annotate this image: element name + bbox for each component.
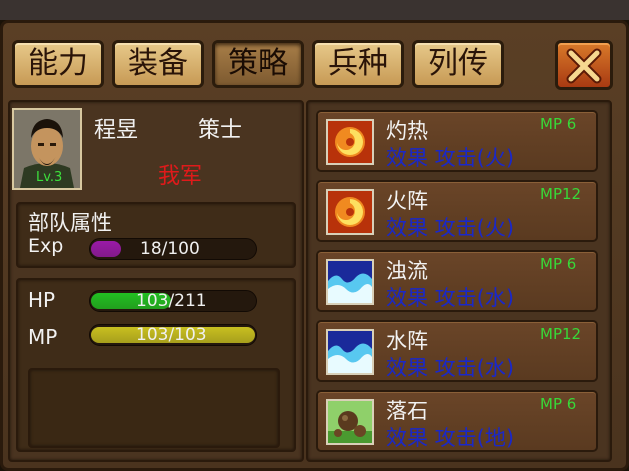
hp-bar: 103/211 — [89, 290, 257, 312]
falling-rock-icon — [326, 399, 374, 445]
exp-bar-fill — [91, 241, 121, 257]
empty-detail-box — [28, 368, 280, 448]
skill-row[interactable]: 水阵 效果 攻击(水) MP12 — [316, 320, 598, 382]
skill-row[interactable]: 火阵 效果 攻击(火) MP12 — [316, 180, 598, 242]
fire-swirl-icon — [326, 119, 374, 165]
skill-row[interactable]: 浊流 效果 攻击(水) MP 6 — [316, 250, 598, 312]
faction-label: 我军 — [158, 164, 203, 189]
hp-value: 103/211 — [136, 291, 207, 311]
tab-biography[interactable]: 列传 — [412, 40, 504, 88]
top-strip — [0, 0, 629, 20]
mp-value: 103/103 — [136, 325, 207, 345]
close-x-icon — [566, 48, 602, 84]
fire-swirl-icon — [326, 189, 374, 235]
exp-value: 18/100 — [140, 239, 200, 259]
water-wave-icon — [326, 259, 374, 305]
mp-label: MP — [28, 325, 58, 349]
skill-name: 灼热 — [386, 119, 428, 143]
tab-troop-type[interactable]: 兵种 — [312, 40, 404, 88]
unit-name: 程昱 — [94, 118, 139, 143]
exp-bar: 18/100 — [89, 238, 257, 260]
mp-bar: 103/103 — [89, 324, 257, 346]
skill-name: 落石 — [386, 399, 428, 423]
skill-mp-cost: MP 6 — [540, 115, 577, 133]
level-label: Lv.3 — [36, 170, 63, 185]
skill-mp-cost: MP12 — [540, 185, 582, 203]
skill-effect: 效果 攻击(地) — [386, 426, 515, 450]
skill-row[interactable]: 落石 效果 攻击(地) MP 6 — [316, 390, 598, 452]
skill-name: 火阵 — [386, 189, 428, 213]
tab-strategy[interactable]: 策略 — [212, 40, 304, 88]
close-button[interactable] — [555, 40, 613, 90]
skill-effect: 效果 攻击(水) — [386, 356, 515, 380]
skill-mp-cost: MP 6 — [540, 255, 577, 273]
tab-ability[interactable]: 能力 — [12, 40, 104, 88]
tab-equipment[interactable]: 装备 — [112, 40, 204, 88]
skill-name: 浊流 — [386, 259, 428, 283]
skill-name: 水阵 — [386, 329, 428, 353]
hp-label: HP — [28, 288, 56, 312]
exp-label: Exp — [28, 235, 64, 257]
water-wave-icon — [326, 329, 374, 375]
unit-class: 策士 — [198, 118, 243, 143]
skill-effect: 效果 攻击(火) — [386, 146, 515, 170]
attributes-title: 部队属性 — [28, 211, 112, 235]
skill-mp-cost: MP12 — [540, 325, 582, 343]
skill-effect: 效果 攻击(火) — [386, 216, 515, 240]
skill-mp-cost: MP 6 — [540, 395, 577, 413]
skill-effect: 效果 攻击(水) — [386, 286, 515, 310]
skill-row[interactable]: 灼热 效果 攻击(火) MP 6 — [316, 110, 598, 172]
